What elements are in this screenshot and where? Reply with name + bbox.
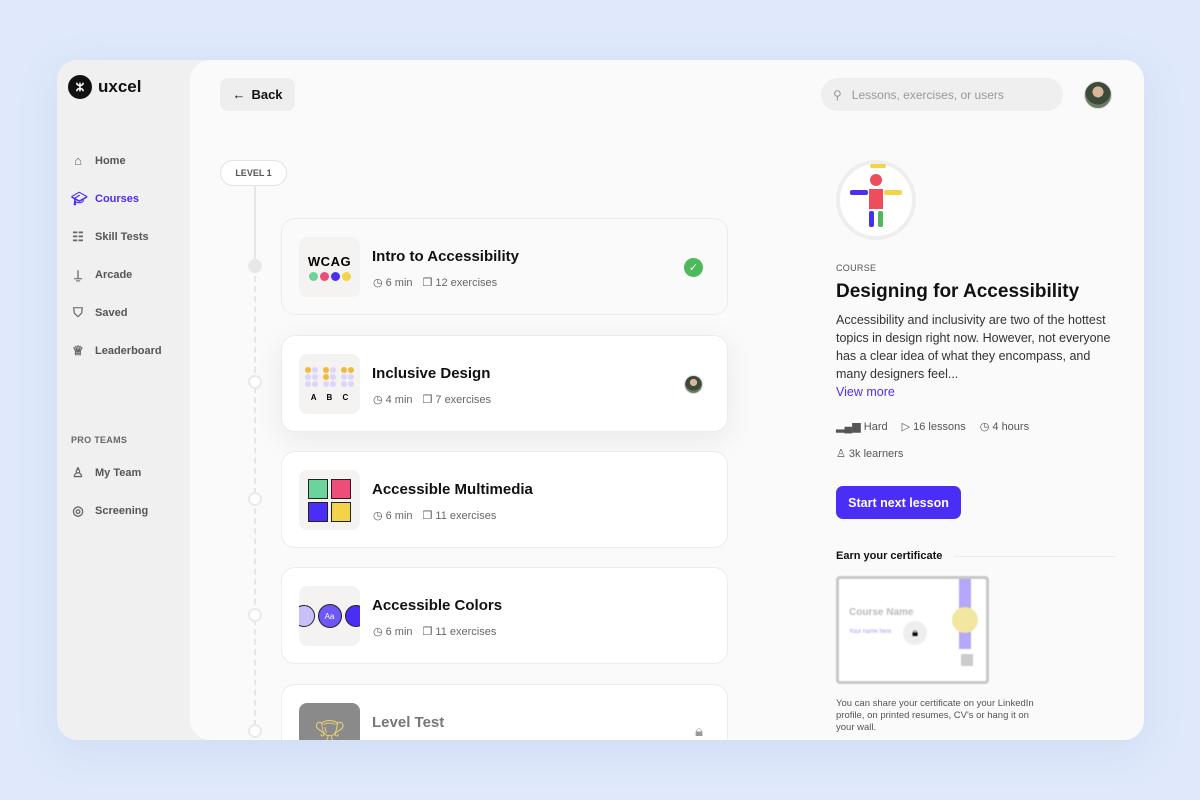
clock-icon: ◷ — [979, 421, 993, 433]
lesson-thumbnail: WCAG — [299, 237, 360, 297]
lesson-card[interactable]: WCAG Intro to Accessibility ◷ 6 min ❒ 12 ex… — [281, 218, 728, 315]
graduation-cap-icon: 🎓︎ — [71, 191, 88, 206]
view-more-link[interactable]: View more — [836, 385, 895, 399]
lesson-title: Intro to Accessibility — [372, 248, 519, 265]
joystick-icon: ⍊ — [74, 267, 82, 282]
search-input[interactable] — [851, 87, 1052, 102]
timeline-dot — [248, 375, 262, 389]
lesson-card[interactable]: A B C Inclusive Design ◷ 4 min ❒ 7 exercise… — [281, 335, 728, 432]
lock-icon: 🔒︎ — [903, 621, 927, 645]
home-icon: ⌂ — [74, 153, 82, 168]
exercises-icon: ❒ — [422, 277, 433, 289]
checklist-icon: ☷ — [72, 229, 84, 244]
course-title: Designing for Accessibility — [836, 281, 1080, 302]
lesson-card[interactable]: Aa Accessible Colors ◷ 6 min ❒ 11 exercises — [281, 567, 728, 664]
certificate-description: You can share your certificate on your L… — [836, 698, 1034, 733]
exercises-icon: ❒ — [422, 626, 433, 638]
timeline-dot — [248, 608, 262, 622]
lesson-card[interactable]: Accessible Multimedia ◷ 6 min ❒ 11 exercise… — [281, 451, 728, 548]
user-icon: ♙ — [72, 465, 84, 480]
user-avatar[interactable] — [1084, 81, 1112, 109]
lesson-thumbnail — [299, 470, 360, 530]
sidebar-item-leaderboard[interactable]: ♕ Leaderboard — [71, 343, 161, 359]
clock-icon: ◷ — [373, 394, 383, 406]
timeline-dot — [248, 259, 262, 273]
main-content: ←Back ⚲ LEVEL 1 WCAG Intro to Accessibil… — [190, 60, 1144, 740]
instructor-avatar — [684, 375, 703, 394]
trophy-icon: ♕ — [72, 343, 84, 358]
start-next-lesson-button[interactable]: Start next lesson — [836, 486, 961, 519]
course-badge — [836, 160, 916, 240]
certificate-preview: Course Name Your name here 🔒︎ — [836, 576, 989, 684]
clock-icon: ◷ — [373, 277, 383, 289]
sidebar-item-home[interactable]: ⌂ Home — [71, 153, 126, 168]
target-icon: ◎ — [72, 503, 84, 518]
back-button[interactable]: ← Back — [220, 78, 295, 111]
arrow-left-icon: ← — [232, 87, 246, 102]
lesson-title: Inclusive Design — [372, 365, 491, 382]
lesson-thumbnail: A B C — [299, 354, 360, 414]
bookmark-icon: ⛉ — [73, 305, 83, 320]
sidebar-item-courses[interactable]: 🎓︎ Courses — [71, 191, 139, 207]
sidebar-item-screening[interactable]: ◎ Screening — [71, 503, 148, 519]
trophy-icon: 🏆︎ — [312, 717, 346, 741]
lesson-card-locked[interactable]: 🏆︎ Level Test 🔒︎ — [281, 684, 728, 740]
sidebar-item-my-team[interactable]: ♙ My Team — [71, 465, 141, 481]
timeline-dot — [248, 492, 262, 506]
logo[interactable]: ⵣ uxcel — [68, 75, 141, 99]
section-label-pro-teams: PRO TEAMS — [71, 435, 128, 445]
sidebar-item-skill-tests[interactable]: ☷ Skill Tests — [71, 229, 148, 245]
user-icon: ♙ — [836, 448, 849, 460]
lesson-title: Accessible Colors — [372, 597, 503, 614]
lesson-thumbnail: 🏆︎ — [299, 703, 360, 740]
clock-icon: ◷ — [373, 626, 383, 638]
course-kicker: COURSE — [836, 263, 877, 273]
certificate-heading: Earn your certificate — [836, 550, 943, 562]
exercises-icon: ❒ — [422, 510, 433, 522]
app-window: ⵣ uxcel ⌂ Home 🎓︎ Courses ☷ Skill Tests ⍊ Arc… — [57, 60, 1144, 740]
braille-icon — [305, 366, 354, 387]
sidebar-item-arcade[interactable]: ⍊ Arcade — [71, 267, 132, 283]
timeline-line — [254, 186, 256, 266]
level-badge: LEVEL 1 — [220, 160, 287, 186]
divider — [954, 556, 1116, 557]
course-description: Accessibility and inclusivity are two of… — [836, 313, 1111, 381]
lesson-title: Accessible Multimedia — [372, 481, 533, 498]
sidebar: ⵣ uxcel ⌂ Home 🎓︎ Courses ☷ Skill Tests ⍊ Arc… — [57, 60, 190, 740]
search-bar[interactable]: ⚲ — [821, 78, 1063, 111]
search-icon: ⚲ — [833, 87, 842, 102]
difficulty-bars-icon: ▂▄▆ — [836, 421, 864, 433]
exercises-icon: ❒ — [422, 394, 433, 406]
uxcel-logo-icon: ⵣ — [68, 75, 92, 99]
lesson-title: Level Test — [372, 714, 445, 731]
completed-check-icon: ✓ — [684, 258, 703, 277]
lesson-thumbnail: Aa — [299, 586, 360, 646]
clock-icon: ◷ — [373, 510, 383, 522]
wcag-principles-icons — [308, 271, 351, 281]
sidebar-item-saved[interactable]: ⛉ Saved — [71, 305, 127, 321]
play-icon: ▷ — [901, 421, 914, 433]
timeline-dot — [248, 724, 262, 738]
multimedia-grid-icon — [308, 478, 351, 522]
lock-icon: 🔒︎ — [695, 723, 703, 740]
